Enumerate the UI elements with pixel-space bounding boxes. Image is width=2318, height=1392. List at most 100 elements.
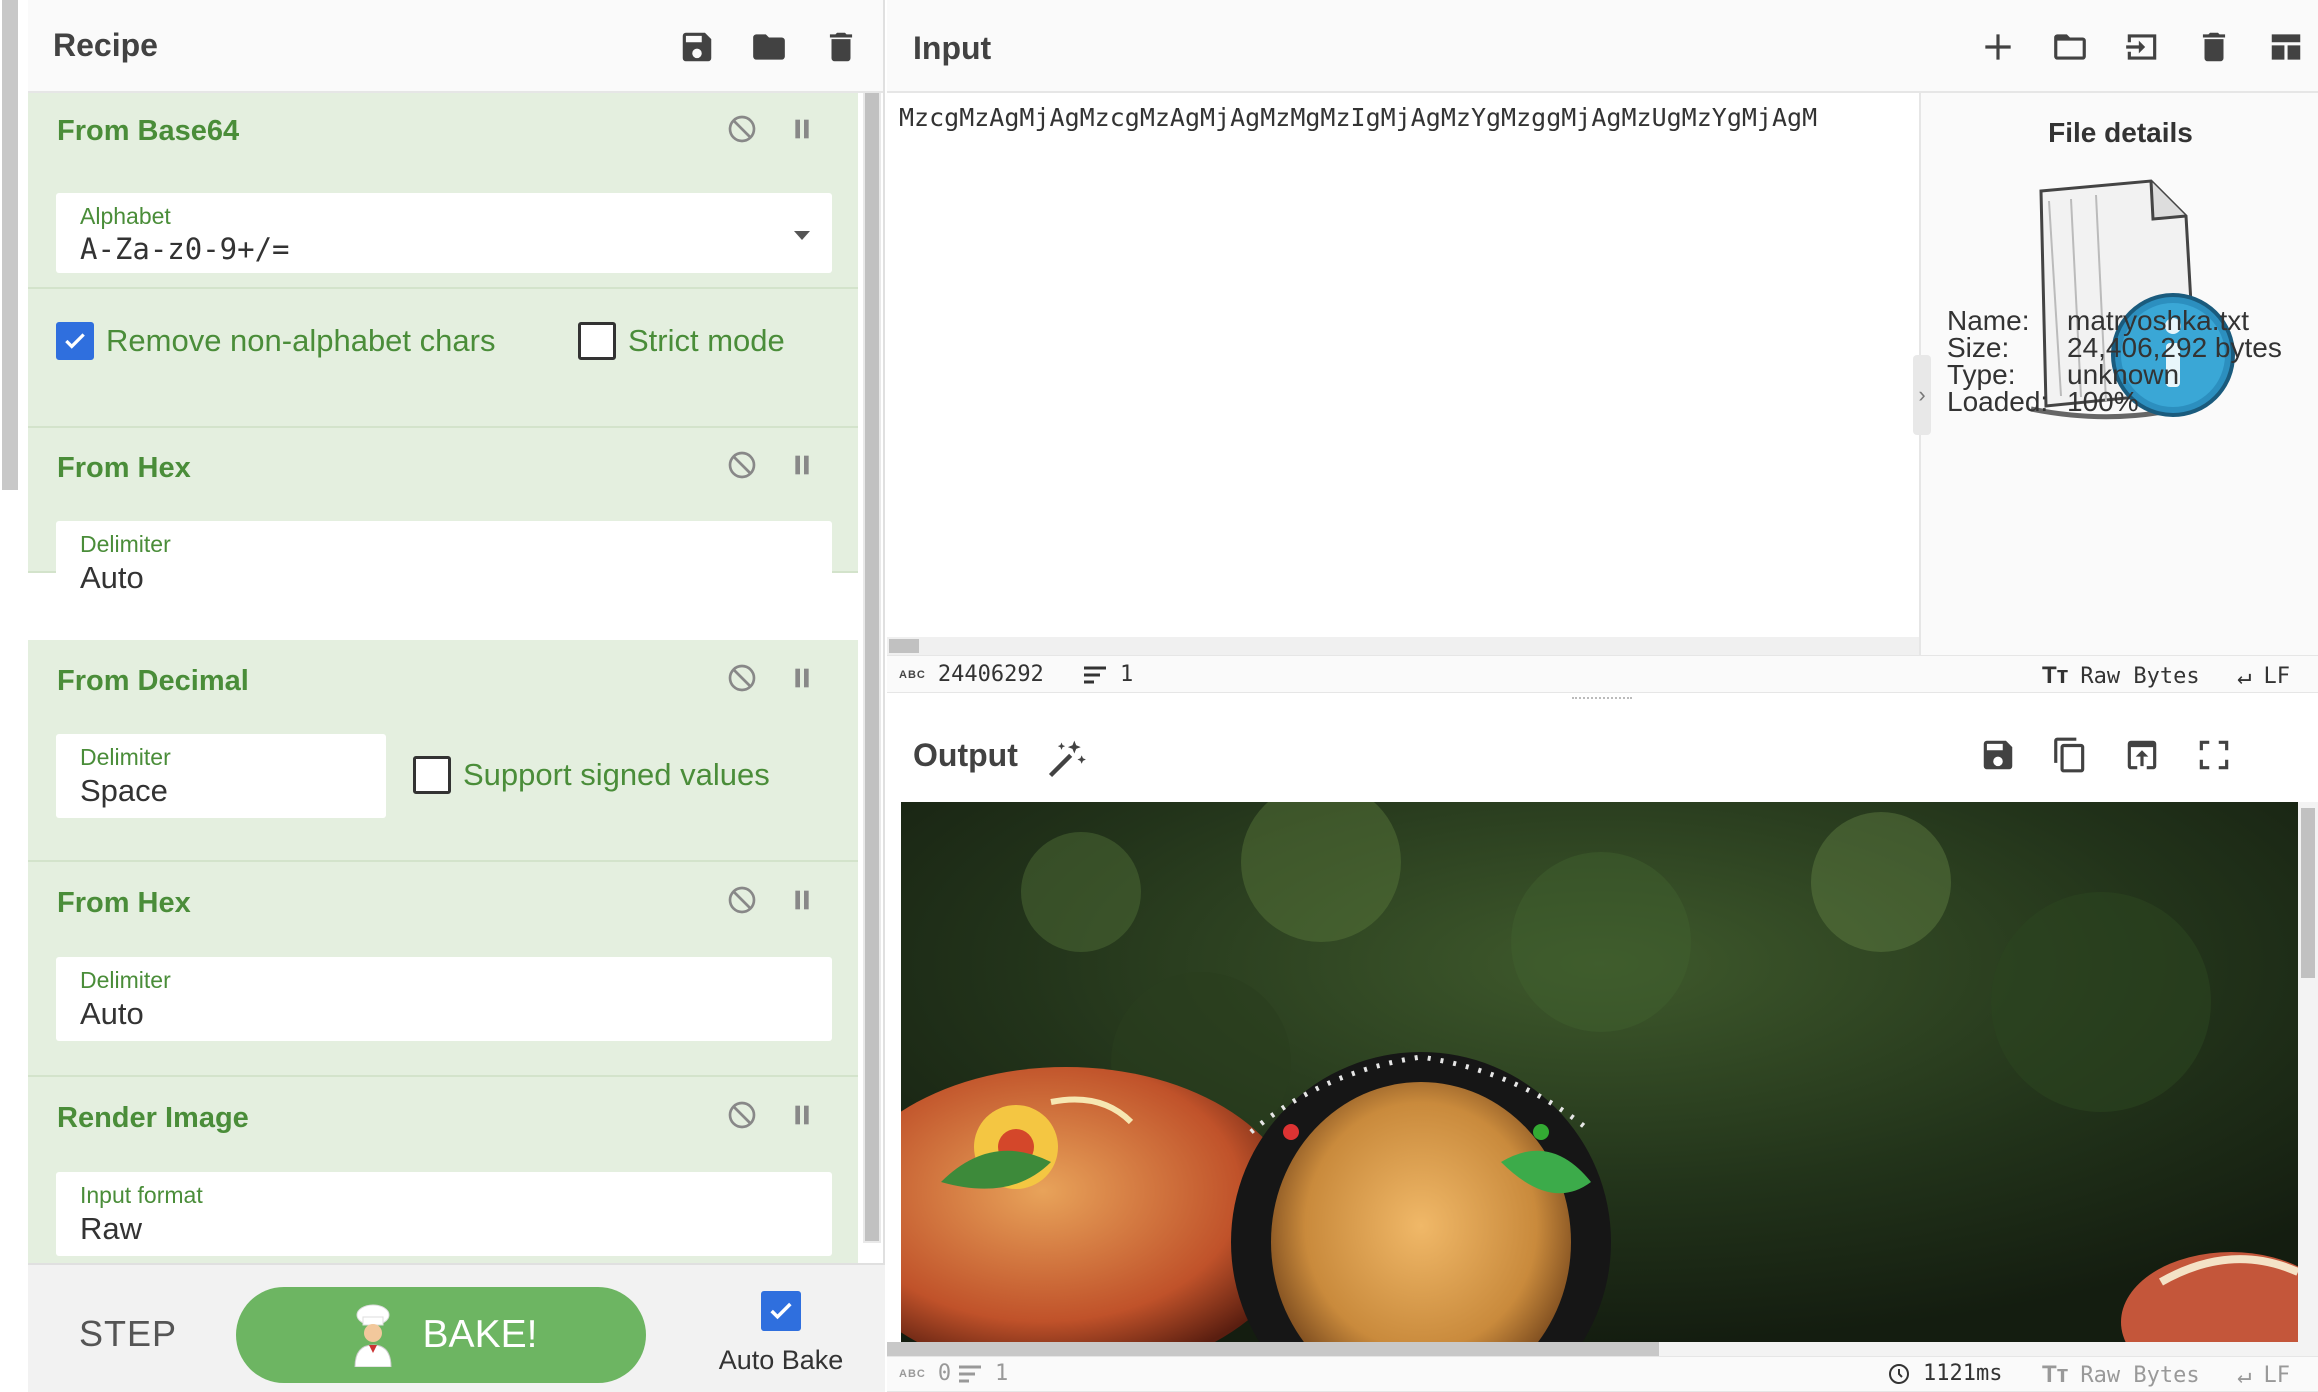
output-time-value: 1121ms — [1923, 1361, 2003, 1386]
clear-input-trash-icon[interactable] — [2195, 28, 2233, 66]
add-tab-plus-icon[interactable] — [1979, 28, 2017, 66]
remove-non-alphabet-checkbox[interactable]: Remove non-alphabet chars — [56, 322, 495, 360]
pause-breakpoint-icon[interactable] — [786, 113, 818, 145]
input-length-stat: ABC 24406292 — [899, 662, 1044, 687]
pause-breakpoint-icon[interactable] — [786, 662, 818, 694]
step-button[interactable]: STEP — [79, 1313, 177, 1355]
input-status-bar: ABC 24406292 1 Tт Raw Bytes ↵ LF — [887, 655, 2318, 693]
rendered-image-output — [901, 802, 2298, 1342]
maximize-output-icon[interactable] — [2195, 736, 2233, 774]
save-output-icon[interactable] — [1979, 736, 2017, 774]
output-vertical-scrollbar[interactable] — [2298, 802, 2318, 1342]
input-encoding-button[interactable]: Tт Raw Bytes — [2042, 662, 2200, 690]
recipe-scrollbar[interactable] — [863, 93, 881, 1243]
bake-button[interactable]: BAKE! — [236, 1287, 646, 1383]
text-format-icon: Tт — [2042, 662, 2069, 689]
checkbox-unchecked-icon[interactable] — [413, 756, 451, 794]
reset-layout-icon[interactable] — [2267, 28, 2305, 66]
checkbox-label: Support signed values — [463, 757, 770, 792]
copy-output-icon[interactable] — [2051, 736, 2089, 774]
disable-operation-icon[interactable] — [726, 662, 758, 694]
delimiter-select[interactable]: Delimiter Space — [56, 734, 386, 818]
checkbox-unchecked-icon[interactable] — [578, 322, 616, 360]
recipe-operations-list: From Base64 Alphabet A-Za-z0-9+/= Remove… — [28, 93, 858, 1263]
input-eol-value: LF — [2263, 663, 2290, 689]
pause-breakpoint-icon[interactable] — [786, 1099, 818, 1131]
operation-from-decimal[interactable]: From Decimal Delimiter Space Support sig… — [28, 640, 858, 862]
delimiter-select[interactable]: Delimiter Auto — [56, 521, 832, 605]
bake-label: BAKE! — [422, 1313, 538, 1356]
output-lines-stat: 1 — [957, 1361, 1008, 1386]
abc-icon: ABC — [899, 668, 926, 681]
replace-input-with-output-icon[interactable] — [2123, 736, 2161, 774]
input-length-value: 24406292 — [937, 662, 1044, 687]
file-loaded-row: Loaded: 100% — [1947, 386, 2139, 418]
input-lines-value: 1 — [1120, 662, 1134, 687]
operation-from-hex[interactable]: From Hex Delimiter Auto — [28, 428, 858, 605]
operation-from-hex[interactable]: From Hex Delimiter Auto — [28, 862, 858, 1077]
disable-operation-icon[interactable] — [726, 884, 758, 916]
load-recipe-folder-icon[interactable] — [750, 28, 788, 66]
field-value: A-Za-z0-9+/= — [80, 232, 290, 266]
output-header: Output — [887, 707, 2318, 802]
output-eol-button[interactable]: ↵ LF — [2237, 1361, 2290, 1389]
checkbox-checked-icon[interactable] — [761, 1291, 801, 1331]
field-label: Delimiter — [80, 744, 171, 770]
pause-breakpoint-icon[interactable] — [786, 884, 818, 916]
alphabet-select[interactable]: Alphabet A-Za-z0-9+/= — [56, 193, 832, 273]
chevron-down-icon[interactable] — [794, 231, 810, 240]
input-eol-button[interactable]: ↵ LF — [2237, 662, 2290, 690]
output-horizontal-scrollbar[interactable] — [887, 1342, 2318, 1356]
operation-from-base64[interactable]: From Base64 Alphabet A-Za-z0-9+/= — [28, 93, 858, 289]
open-folder-icon[interactable] — [2051, 28, 2089, 66]
auto-bake-checkbox[interactable]: Auto Bake — [711, 1291, 851, 1376]
delimiter-select[interactable]: Delimiter Auto — [56, 957, 832, 1041]
checkbox-label: Remove non-alphabet chars — [106, 323, 496, 358]
operation-title: From Hex — [57, 887, 191, 919]
lines-icon — [1084, 666, 1106, 683]
file-loaded-value: 100% — [2067, 386, 2139, 417]
open-file-input-icon[interactable] — [2123, 28, 2161, 66]
lines-icon — [959, 1365, 981, 1382]
disable-operation-icon[interactable] — [726, 1099, 758, 1131]
resize-grip[interactable] — [1572, 697, 1632, 701]
output-length-value: 0 — [937, 1361, 952, 1386]
support-signed-values-checkbox[interactable]: Support signed values — [413, 756, 770, 794]
scrollbar-thumb[interactable] — [2301, 808, 2315, 978]
io-resize-divider[interactable] — [887, 695, 2318, 707]
disable-operation-icon[interactable] — [726, 113, 758, 145]
input-textarea[interactable]: MzcgMzAgMjAgMzcgMzAgMjAgMzMgMzIgMjAgMzYg… — [899, 103, 1929, 132]
scrollbar-thumb[interactable] — [865, 93, 879, 1241]
operation-title: Render Image — [57, 1102, 249, 1134]
auto-bake-label: Auto Bake — [718, 1345, 844, 1375]
recipe-title: Recipe — [53, 27, 158, 63]
magic-wand-icon[interactable] — [1045, 737, 1089, 781]
disable-operation-icon[interactable] — [726, 449, 758, 481]
pause-breakpoint-icon[interactable] — [786, 449, 818, 481]
operation-render-image[interactable]: Render Image Input format Raw — [28, 1077, 858, 1263]
field-value: Auto — [80, 996, 144, 1031]
input-horizontal-scrollbar[interactable] — [887, 637, 1919, 655]
scrollbar-thumb[interactable] — [889, 639, 919, 653]
collapse-chevron-icon[interactable]: › — [1913, 355, 1931, 435]
checkbox-checked-icon[interactable] — [56, 322, 94, 360]
scrollbar-thumb[interactable] — [887, 1342, 1659, 1356]
clock-icon — [1889, 1363, 1909, 1384]
input-format-select[interactable]: Input format Raw — [56, 1172, 832, 1256]
clear-recipe-trash-icon[interactable] — [822, 28, 860, 66]
field-label: Alphabet — [80, 203, 171, 229]
field-value: Raw — [80, 1211, 143, 1246]
input-title: Input — [913, 30, 992, 66]
field-label: Delimiter — [80, 967, 171, 993]
matryoshka-photo — [901, 802, 2298, 1342]
save-recipe-icon[interactable] — [678, 28, 716, 66]
io-panel: Input MzcgMzAgMjAgMzcgMzAgMjAgMzMgMzIgMj… — [887, 0, 2318, 1392]
gutter-scrollbar[interactable] — [2, 0, 18, 490]
output-status-bar: ABC 0 1 1121ms Tт Raw Bytes ↵ LF — [887, 1356, 2318, 1392]
strict-mode-checkbox[interactable]: Strict mode — [578, 322, 785, 360]
file-details-title: File details — [2048, 117, 2193, 148]
file-loaded-label: Loaded: — [1947, 386, 2049, 417]
output-lines-value: 1 — [995, 1361, 1009, 1386]
output-encoding-button[interactable]: Tт Raw Bytes — [2042, 1361, 2200, 1389]
file-details-panel: › File details Name: matryoshka.txt Size:… — [1913, 93, 2318, 655]
